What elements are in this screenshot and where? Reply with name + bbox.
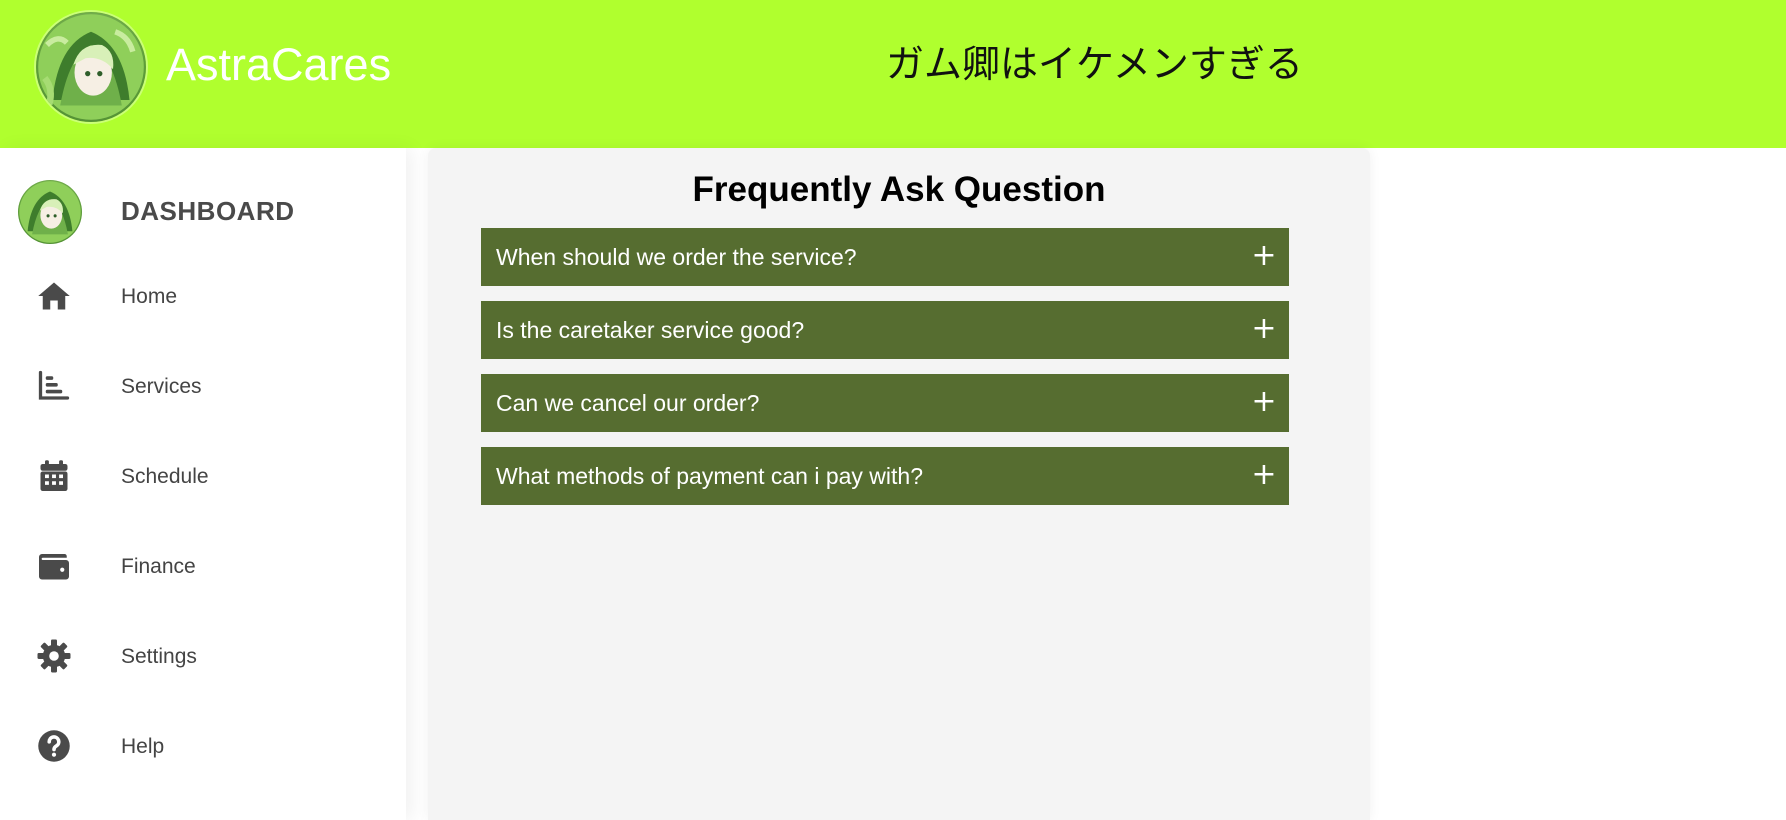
sidebar-item-home[interactable]: Home: [0, 244, 406, 334]
faq-panel: Frequently Ask Question When should we o…: [428, 148, 1370, 820]
sidebar-item-label: Schedule: [121, 465, 209, 488]
sidebar-item-label: Services: [121, 375, 202, 398]
anime-girl-avatar-icon[interactable]: [36, 12, 146, 122]
plus-icon[interactable]: +: [1249, 457, 1279, 493]
plus-icon[interactable]: +: [1249, 311, 1279, 347]
faq-item[interactable]: Is the caretaker service good? +: [481, 301, 1289, 359]
sidebar-item-settings[interactable]: Settings: [0, 604, 406, 694]
sidebar-item-services[interactable]: Services: [0, 334, 406, 424]
faq-question: What methods of payment can i pay with?: [496, 463, 923, 489]
faq-list: When should we order the service? + Is t…: [481, 228, 1289, 520]
question-circle-icon: [34, 726, 74, 766]
sidebar-item-label: Help: [121, 735, 165, 758]
sidebar-item-label: Settings: [121, 645, 197, 668]
home-icon: [34, 276, 74, 316]
header-tagline: ガム卿はイケメンすぎる: [886, 42, 1303, 86]
sidebar-item-label: Finance: [121, 555, 196, 578]
faq-item[interactable]: When should we order the service? +: [481, 228, 1289, 286]
calendar-icon: [34, 456, 74, 496]
gear-icon: [34, 636, 74, 676]
sidebar-item-label: Home: [121, 285, 178, 308]
top-header: AstraCares ガム卿はイケメンすぎる: [0, 0, 1786, 148]
bar-chart-icon: [34, 366, 74, 406]
faq-item[interactable]: Can we cancel our order? +: [481, 374, 1289, 432]
sidebar: DASHBOARD Home Services Schedule Finance…: [0, 148, 406, 820]
plus-icon[interactable]: +: [1249, 384, 1279, 420]
page-title: Frequently Ask Question: [692, 170, 1106, 209]
faq-item[interactable]: What methods of payment can i pay with? …: [481, 447, 1289, 505]
brand-name[interactable]: AstraCares: [166, 38, 391, 92]
sidebar-title: DASHBOARD: [121, 196, 295, 226]
sidebar-item-finance[interactable]: Finance: [0, 514, 406, 604]
faq-question: Can we cancel our order?: [496, 390, 760, 416]
sidebar-item-help[interactable]: Help: [0, 694, 406, 784]
sidebar-header: DASHBOARD: [0, 148, 406, 244]
plus-icon[interactable]: +: [1249, 238, 1279, 274]
wallet-icon: [34, 546, 74, 586]
sidebar-nav: Home Services Schedule Finance Settings …: [0, 244, 406, 784]
faq-question: When should we order the service?: [496, 244, 857, 270]
faq-question: Is the caretaker service good?: [496, 317, 805, 343]
sidebar-item-schedule[interactable]: Schedule: [0, 424, 406, 514]
anime-girl-avatar-icon[interactable]: [18, 180, 82, 244]
